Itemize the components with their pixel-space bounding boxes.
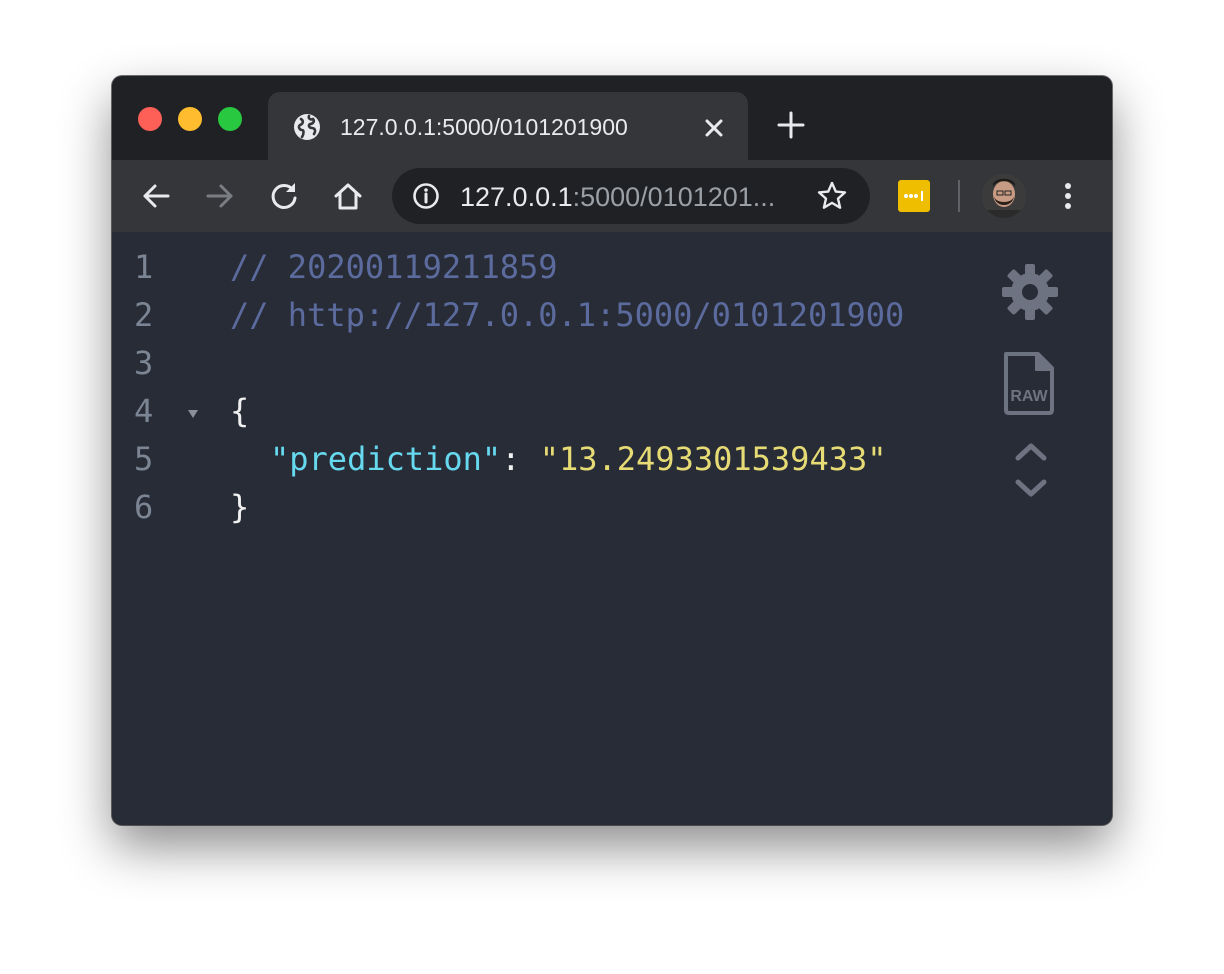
close-icon[interactable] bbox=[700, 114, 728, 142]
gear-icon[interactable] bbox=[1000, 262, 1060, 322]
json-viewer: 1 2 3 4 5 6 // 20200119211859 // http://… bbox=[112, 232, 1112, 825]
plus-icon[interactable] bbox=[776, 110, 806, 140]
url-path: :5000/0101201... bbox=[572, 182, 776, 212]
window-maximize-button[interactable] bbox=[218, 107, 242, 131]
tab-strip: 127.0.0.1:5000/0101201900 bbox=[112, 76, 1112, 160]
line-number: 4 bbox=[134, 392, 154, 430]
line-number: 2 bbox=[134, 296, 154, 334]
tab-active[interactable]: 127.0.0.1:5000/0101201900 bbox=[268, 92, 748, 160]
raw-label: RAW bbox=[1010, 388, 1048, 405]
chevron-down-icon[interactable] bbox=[1014, 478, 1048, 500]
url-text[interactable]: 127.0.0.1:5000/0101201... bbox=[460, 182, 775, 213]
raw-file-icon[interactable]: RAW bbox=[1002, 350, 1056, 416]
info-icon[interactable] bbox=[412, 182, 440, 210]
comment-timestamp: // 20200119211859 bbox=[230, 248, 558, 286]
open-brace: { bbox=[230, 392, 250, 430]
json-property: "prediction": "13.2493301539433" bbox=[270, 440, 887, 478]
more-vertical-icon[interactable] bbox=[1058, 180, 1078, 212]
address-bar[interactable]: 127.0.0.1:5000/0101201... bbox=[392, 168, 870, 224]
window-minimize-button[interactable] bbox=[178, 107, 202, 131]
browser-window: 127.0.0.1:5000/0101201900 127.0.0.1:5000… bbox=[112, 76, 1112, 825]
line-number: 6 bbox=[134, 488, 154, 526]
chevron-up-icon[interactable] bbox=[1014, 440, 1048, 462]
lastpass-dots-icon bbox=[904, 191, 923, 201]
arrow-left-icon[interactable] bbox=[140, 180, 172, 212]
arrow-right-icon[interactable] bbox=[204, 180, 236, 212]
json-value: "13.2493301539433" bbox=[539, 440, 887, 478]
lastpass-icon[interactable] bbox=[898, 180, 930, 212]
tab-title: 127.0.0.1:5000/0101201900 bbox=[340, 114, 628, 140]
close-brace: } bbox=[230, 488, 250, 526]
json-colon: : bbox=[501, 440, 540, 478]
home-icon[interactable] bbox=[332, 180, 364, 212]
url-host: 127.0.0.1 bbox=[460, 182, 573, 212]
comment-url: // http://127.0.0.1:5000/0101201900 bbox=[230, 296, 905, 334]
line-number: 3 bbox=[134, 344, 154, 382]
avatar[interactable] bbox=[982, 174, 1026, 218]
line-number: 5 bbox=[134, 440, 154, 478]
star-icon[interactable] bbox=[816, 180, 848, 212]
reload-icon[interactable] bbox=[268, 180, 300, 212]
profile-photo bbox=[982, 174, 1026, 218]
toolbar-separator bbox=[958, 180, 960, 212]
line-number: 1 bbox=[134, 248, 154, 286]
toolbar: 127.0.0.1:5000/0101201... bbox=[112, 160, 1112, 232]
window-close-button[interactable] bbox=[138, 107, 162, 131]
json-key: "prediction" bbox=[270, 440, 502, 478]
globe-icon bbox=[294, 114, 320, 140]
fold-toggle-icon[interactable] bbox=[186, 408, 200, 420]
